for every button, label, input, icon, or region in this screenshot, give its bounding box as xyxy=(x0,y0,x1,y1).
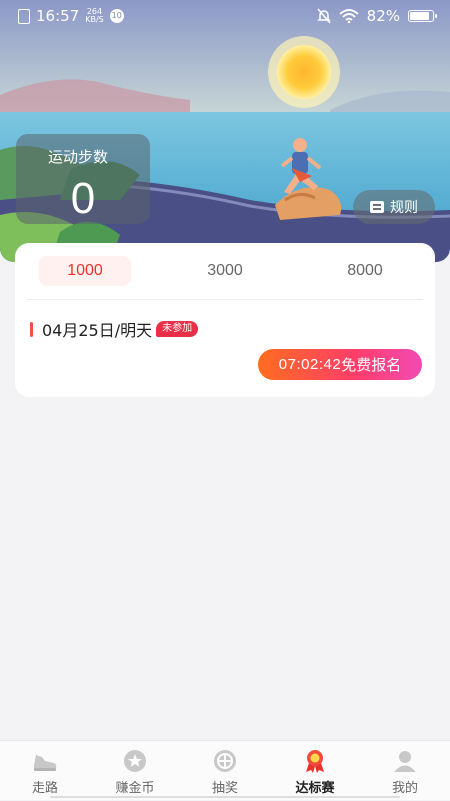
event-date-row: 04月25日/明天 未参加 xyxy=(30,317,199,341)
status-time: 16:57 xyxy=(36,7,80,25)
medal-icon xyxy=(306,750,324,773)
home-indicator xyxy=(50,796,400,798)
step-goal-tabs: 1000 3000 8000 xyxy=(15,243,435,299)
tab-3000[interactable]: 3000 xyxy=(179,256,271,286)
signup-button-label: 免费报名 xyxy=(341,356,402,374)
nav-item-lottery[interactable]: 抽奖 xyxy=(180,741,270,801)
bottom-nav: 走路 赚金币 抽奖 达标赛 我的 xyxy=(0,740,450,800)
participation-status-badge: 未参加 xyxy=(156,321,199,337)
sim-card-icon xyxy=(18,8,30,24)
shoe-icon xyxy=(34,755,57,771)
battery-percent: 82% xyxy=(366,7,400,25)
nav-item-earn-coins[interactable]: 赚金币 xyxy=(90,741,180,801)
nav-label-walk: 走路 xyxy=(31,781,58,796)
tab-8000[interactable]: 8000 xyxy=(319,256,411,286)
coin-icon xyxy=(124,750,146,772)
notification-badge: 10 xyxy=(109,9,124,23)
silent-bell-icon xyxy=(316,8,331,24)
status-left: 16:57 264 KB/S 10 xyxy=(18,7,124,25)
nav-label-challenge: 达标赛 xyxy=(295,781,335,796)
rules-document-icon xyxy=(370,201,384,213)
nav-item-walk[interactable]: 走路 xyxy=(0,741,90,801)
countdown-timer: 07:02:42 xyxy=(278,356,342,373)
steps-count: 0 xyxy=(70,174,96,223)
wifi-icon xyxy=(339,9,359,23)
rules-button-label: 规则 xyxy=(390,200,418,216)
battery-icon xyxy=(408,10,437,22)
free-signup-button[interactable]: 07:02:42 免费报名 xyxy=(258,349,422,380)
nav-label-earn-coins: 赚金币 xyxy=(115,781,155,796)
card-divider xyxy=(27,299,423,300)
challenge-card: 1000 3000 8000 04月25日/明天 未参加 07:02:42 免费… xyxy=(15,243,435,397)
lottery-wheel-icon xyxy=(214,750,236,772)
nav-item-challenge[interactable]: 达标赛 xyxy=(270,741,360,801)
network-speed-unit: KB/S xyxy=(85,15,104,24)
date-accent-bar xyxy=(30,321,33,337)
user-icon xyxy=(394,751,416,772)
status-right: 82% xyxy=(316,7,437,25)
steps-panel: 运动步数 0 xyxy=(16,134,150,224)
network-speed: 264 KB/S xyxy=(85,8,104,24)
tab-1000[interactable]: 1000 xyxy=(39,256,131,286)
rules-button[interactable]: 规则 xyxy=(353,190,435,224)
steps-label: 运动步数 xyxy=(48,148,109,166)
event-date: 04月25日/明天 xyxy=(42,321,153,340)
nav-label-lottery: 抽奖 xyxy=(211,781,238,796)
nav-item-mine[interactable]: 我的 xyxy=(360,741,450,801)
status-bar: 16:57 264 KB/S 10 82% xyxy=(0,0,450,34)
nav-label-mine: 我的 xyxy=(391,781,418,796)
